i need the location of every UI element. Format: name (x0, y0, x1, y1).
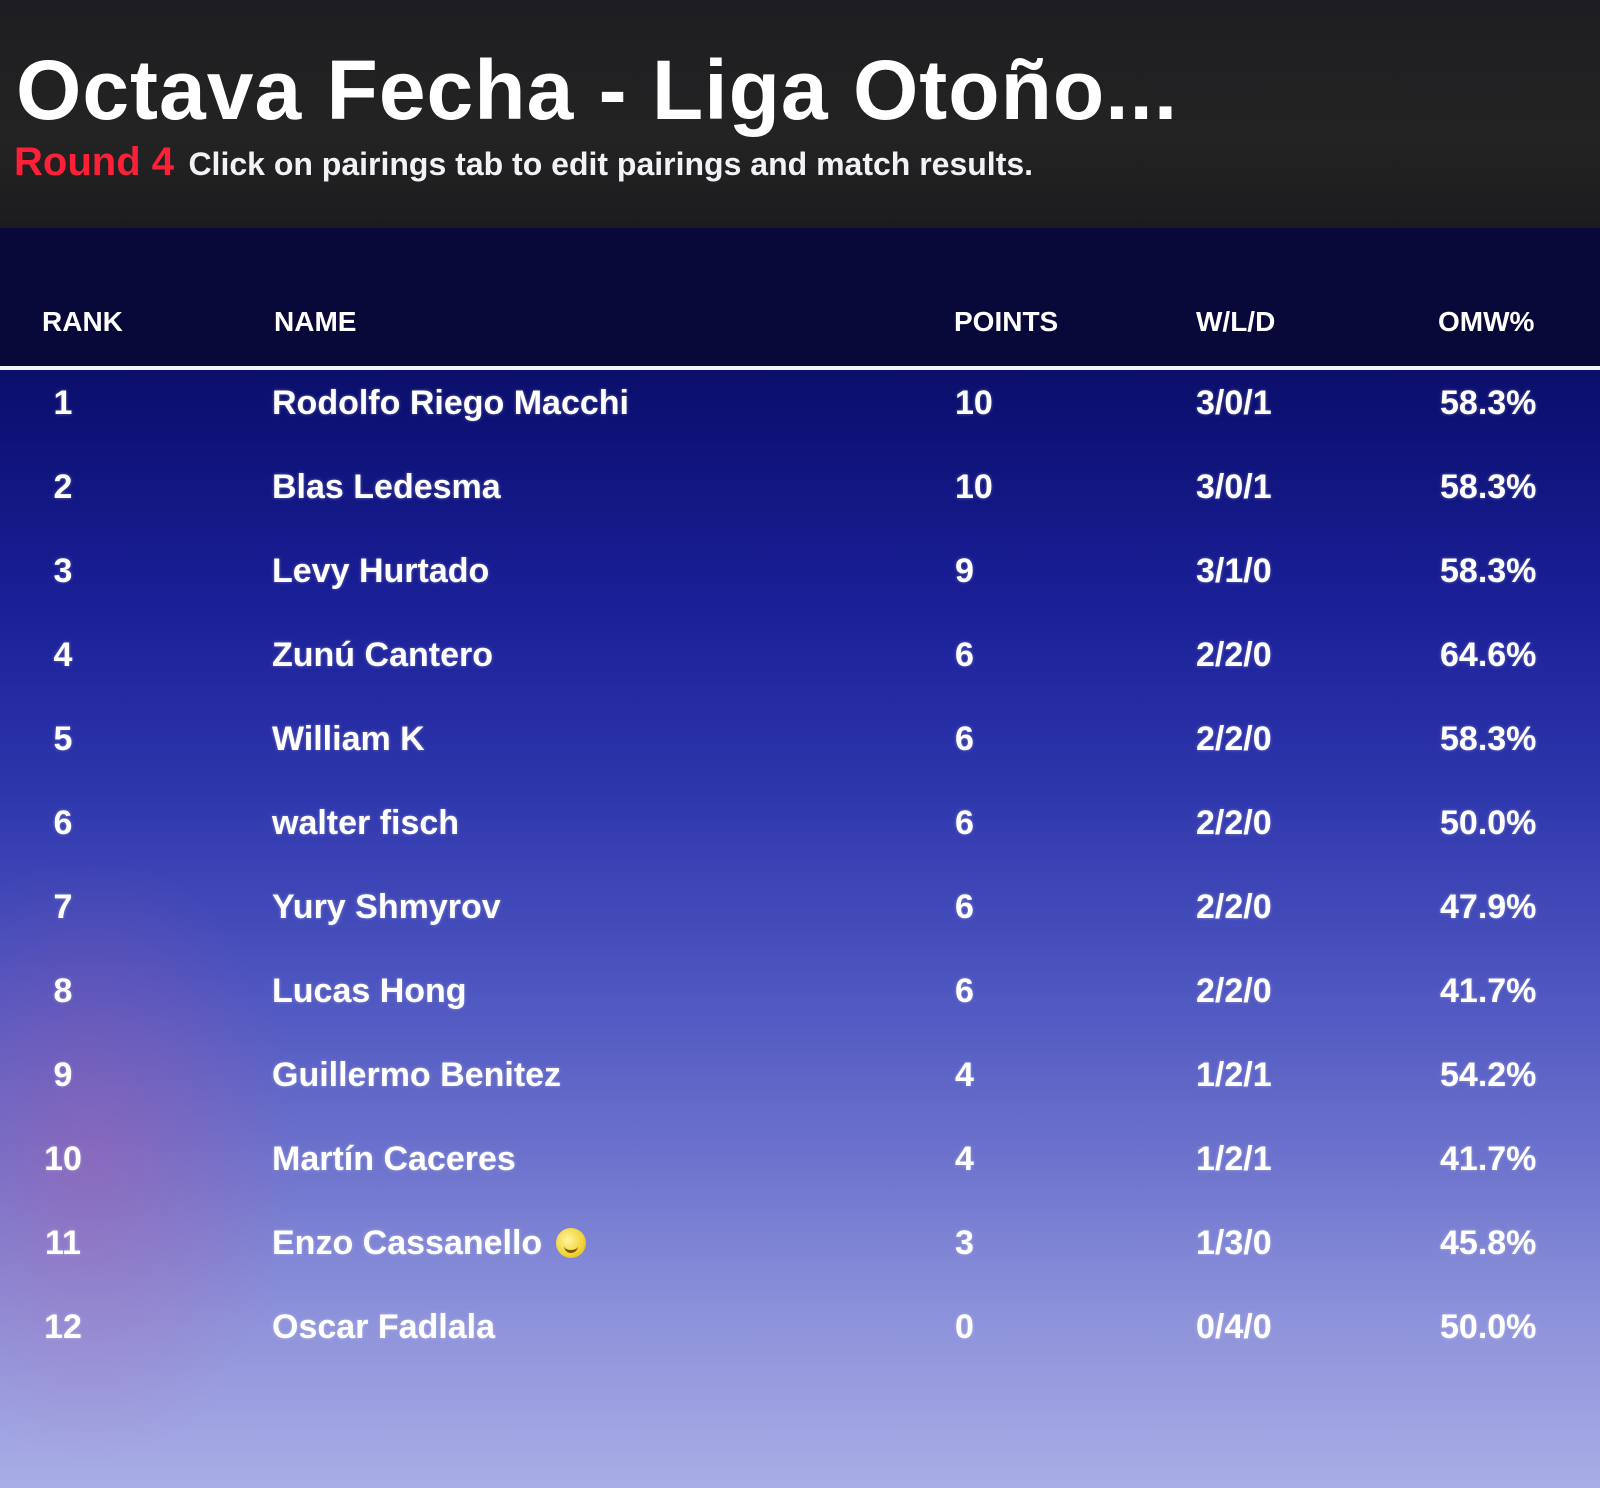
points-cell: 4 (955, 1140, 974, 1178)
omw-cell: 50.0% (1440, 804, 1537, 842)
rank-cell: 8 (53, 972, 73, 1010)
wld-cell: 1/3/0 (1196, 1224, 1272, 1262)
wld-cell: 0/4/0 (1196, 1308, 1272, 1346)
omw-cell: 58.3% (1440, 468, 1537, 506)
points-cell: 6 (955, 636, 974, 674)
rank-cell: 2 (53, 468, 73, 506)
table-row[interactable]: 7 Yury Shmyrov 6 2/2/0 47.9% (0, 874, 1600, 958)
wld-cell: 3/0/1 (1196, 384, 1272, 422)
omw-cell: 58.3% (1440, 552, 1537, 590)
player-name-cell: Rodolfo Riego Macchi (272, 384, 629, 422)
rank-cell: 10 (44, 1140, 82, 1178)
points-cell: 6 (955, 804, 974, 842)
table-row[interactable]: 3 Levy Hurtado 9 3/1/0 58.3% (0, 538, 1600, 622)
table-row[interactable]: 6 walter fisch 6 2/2/0 50.0% (0, 790, 1600, 874)
standings-screen: Octava Fecha - Liga Otoño... Round 4 Cli… (0, 0, 1600, 1488)
points-cell: 4 (955, 1056, 974, 1094)
wld-cell: 2/2/0 (1196, 804, 1272, 842)
points-cell: 9 (955, 552, 974, 590)
player-name-cell: Oscar Fadlala (272, 1308, 496, 1346)
column-header-omw[interactable]: OMW% (1438, 306, 1534, 338)
player-name-cell: walter fisch (272, 804, 460, 842)
player-name-text: Enzo Cassanello (272, 1224, 543, 1262)
points-cell: 6 (955, 972, 974, 1010)
wld-cell: 2/2/0 (1196, 888, 1272, 926)
event-header: Octava Fecha - Liga Otoño... Round 4 Cli… (0, 0, 1600, 228)
column-header-points[interactable]: POINTS (954, 306, 1058, 338)
round-info: Round 4 Click on pairings tab to edit pa… (14, 140, 1033, 185)
standings-table: RANK NAME POINTS W/L/D OMW% 1 Rodolfo Ri… (0, 228, 1600, 1488)
rank-cell: 1 (53, 384, 73, 422)
rank-cell: 7 (53, 888, 73, 926)
table-row[interactable]: 8 Lucas Hong 6 2/2/0 41.7% (0, 958, 1600, 1042)
omw-cell: 47.9% (1440, 888, 1537, 926)
event-title: Octava Fecha - Liga Otoño... (16, 43, 1179, 137)
rank-cell: 4 (53, 636, 73, 674)
rank-cell: 3 (53, 552, 73, 590)
omw-cell: 58.3% (1440, 384, 1537, 422)
rank-cell: 5 (53, 720, 73, 758)
rank-cell: 6 (53, 804, 73, 842)
omw-cell: 50.0% (1440, 1308, 1537, 1346)
points-cell: 10 (955, 384, 993, 422)
table-header-row: RANK NAME POINTS W/L/D OMW% (0, 228, 1600, 370)
table-row[interactable]: 1 Rodolfo Riego Macchi 10 3/0/1 58.3% (0, 370, 1600, 454)
omw-cell: 54.2% (1440, 1056, 1537, 1094)
table-row[interactable]: 4 Zunú Cantero 6 2/2/0 64.6% (0, 622, 1600, 706)
player-name-cell: Yury Shmyrov (272, 888, 501, 926)
points-cell: 0 (955, 1308, 974, 1346)
round-hint: Click on pairings tab to edit pairings a… (188, 146, 1034, 182)
rank-cell: 9 (53, 1056, 73, 1094)
wld-cell: 1/2/1 (1196, 1056, 1272, 1094)
wld-cell: 2/2/0 (1196, 636, 1272, 674)
wld-cell: 2/2/0 (1196, 972, 1272, 1010)
points-cell: 6 (955, 888, 974, 926)
player-name-cell: Levy Hurtado (272, 552, 490, 590)
omw-cell: 64.6% (1440, 636, 1537, 674)
wld-cell: 3/0/1 (1196, 468, 1272, 506)
smiley-emoji-icon (556, 1228, 587, 1259)
player-name-cell: William K (272, 720, 425, 758)
table-row[interactable]: 10 Martín Caceres 4 1/2/1 41.7% (0, 1126, 1600, 1210)
table-row[interactable]: 12 Oscar Fadlala 0 0/4/0 50.0% (0, 1294, 1600, 1378)
wld-cell: 1/2/1 (1196, 1140, 1272, 1178)
omw-cell: 41.7% (1440, 972, 1537, 1010)
player-name-cell: Zunú Cantero (272, 636, 493, 674)
rank-cell: 12 (44, 1308, 82, 1346)
table-row[interactable]: 11 Enzo Cassanello 3 1/3/0 45.8% (0, 1210, 1600, 1294)
table-row[interactable]: 5 William K 6 2/2/0 58.3% (0, 706, 1600, 790)
column-header-name[interactable]: NAME (274, 306, 356, 338)
table-row[interactable]: 9 Guillermo Benitez 4 1/2/1 54.2% (0, 1042, 1600, 1126)
player-name-cell: Blas Ledesma (272, 468, 501, 506)
wld-cell: 3/1/0 (1196, 552, 1272, 590)
points-cell: 6 (955, 720, 974, 758)
points-cell: 3 (955, 1224, 974, 1262)
points-cell: 10 (955, 468, 993, 506)
round-label: Round 4 (14, 140, 174, 184)
omw-cell: 41.7% (1440, 1140, 1537, 1178)
column-header-rank[interactable]: RANK (42, 306, 123, 338)
wld-cell: 2/2/0 (1196, 720, 1272, 758)
table-body: 1 Rodolfo Riego Macchi 10 3/0/1 58.3% 2 … (0, 370, 1600, 1378)
player-name-cell: Martín Caceres (272, 1140, 516, 1178)
player-name-cell: Guillermo Benitez (272, 1056, 562, 1094)
rank-cell: 11 (45, 1224, 81, 1262)
omw-cell: 45.8% (1440, 1224, 1537, 1262)
table-row[interactable]: 2 Blas Ledesma 10 3/0/1 58.3% (0, 454, 1600, 538)
player-name-cell: Lucas Hong (272, 972, 467, 1010)
column-header-wld[interactable]: W/L/D (1196, 306, 1275, 338)
omw-cell: 58.3% (1440, 720, 1537, 758)
player-name-cell: Enzo Cassanello (272, 1224, 587, 1263)
